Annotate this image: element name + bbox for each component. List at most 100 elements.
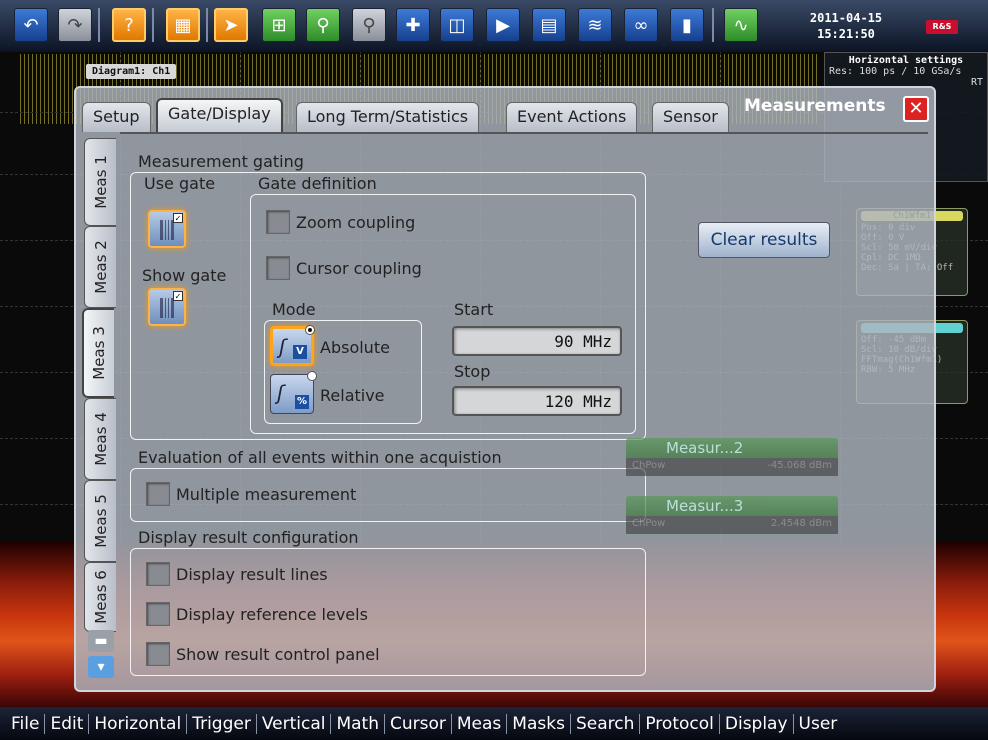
multiple-measurement-row[interactable]: Multiple measurement [146, 482, 356, 506]
start-label: Start [454, 300, 494, 319]
menu-protocol[interactable]: Protocol [640, 713, 720, 734]
tab-sensor[interactable]: Sensor [652, 102, 729, 132]
side-tab-label: Meas 3 [90, 326, 108, 380]
hsettings-res: Res: 100 ps / 10 GSa/s [829, 66, 962, 77]
menu-user[interactable]: User [794, 714, 843, 734]
menu-edit[interactable]: Edit [45, 713, 90, 734]
display-result-lines-row[interactable]: Display result lines [146, 562, 328, 586]
meas2-value: -45.068 dBm [767, 460, 832, 471]
menu-meas[interactable]: Meas [452, 713, 508, 734]
side-tab-label: Meas 5 [91, 494, 110, 548]
side-tab-label: Meas 6 [91, 570, 110, 624]
marker-icon[interactable]: ▶ [486, 8, 520, 42]
tab-long-term-statistics[interactable]: Long Term/Statistics [296, 102, 480, 132]
close-icon[interactable]: ✕ [903, 96, 929, 122]
start-field[interactable]: 90 MHz [452, 326, 622, 356]
tab-event-actions[interactable]: Event Actions [506, 102, 638, 132]
menu-trigger[interactable]: Trigger [187, 713, 257, 734]
display-reference-levels-row[interactable]: Display reference levels [146, 602, 368, 626]
meas2-param: ChPow [632, 460, 666, 471]
multiple-measurement-checkbox[interactable] [146, 482, 170, 506]
fft-icon[interactable]: ≋ [578, 8, 612, 42]
cursor-coupling-label: Cursor coupling [296, 258, 422, 278]
zoom-coupling-label: Zoom coupling [296, 212, 416, 232]
clear-results-button[interactable]: Clear results [698, 222, 830, 258]
meas3-value: 2.4548 dBm [770, 518, 832, 529]
gate-definition-title: Gate definition [258, 174, 377, 193]
toolbar: ↶ ↷ ? ▦ ➤ ⊞ ⚲ ⚲ ✚ ◫ ▶ ▤ ≋ ∞ ▮ ∿ 2011-04-… [0, 0, 988, 52]
show-result-control-panel-label: Show result control panel [176, 644, 380, 664]
zoom-disabled-icon[interactable]: ⚲ [352, 8, 386, 42]
scroll-down-icon[interactable]: ▾ [88, 656, 114, 678]
side-tab-meas-5[interactable]: Meas 5 [84, 480, 116, 562]
histogram-icon[interactable]: ▤ [532, 8, 566, 42]
tab-gate-display[interactable]: Gate/Display [156, 98, 283, 133]
scroll-up-icon[interactable]: ▬ [88, 630, 114, 652]
date-time: 2011-04-15 15:21:50 [800, 10, 892, 42]
cursor-icon[interactable]: ✚ [396, 8, 430, 42]
cursor-coupling-checkbox[interactable] [266, 256, 290, 280]
side-tab-label: Meas 2 [91, 240, 110, 294]
gating-title: Measurement gating [138, 152, 304, 171]
mode-absolute-button[interactable]: ʃV [270, 325, 315, 366]
undo-icon[interactable]: ↶ [14, 8, 48, 42]
side-tab-meas-6[interactable]: Meas 6 [84, 562, 116, 632]
save-icon[interactable]: ▮ [670, 8, 704, 42]
zoom-icon[interactable]: ⊞ [262, 8, 296, 42]
side-tab-meas-3[interactable]: Meas 3 [82, 308, 114, 398]
zoom-search-icon[interactable]: ⚲ [306, 8, 340, 42]
measure-icon[interactable]: ◫ [440, 8, 474, 42]
mode-label: Mode [272, 300, 316, 319]
menu-masks[interactable]: Masks [507, 713, 571, 734]
show-gate-toggle[interactable]: ✓ [148, 288, 186, 326]
side-tab-label: Meas 4 [91, 412, 110, 466]
menu-bar: File Edit Horizontal Trigger Vertical Ma… [0, 707, 988, 740]
stop-field[interactable]: 120 MHz [452, 386, 622, 416]
hsettings-title: Horizontal settings [848, 55, 964, 66]
diagram-label: Diagram1: Ch1 [86, 64, 177, 79]
menu-search[interactable]: Search [571, 713, 641, 734]
date-text: 2011-04-15 [809, 11, 883, 25]
meas3-result-box[interactable]: Measur...3 ChPow 2.4548 dBm [626, 496, 838, 542]
side-tab-label: Meas 1 [91, 155, 110, 209]
menu-file[interactable]: File [6, 713, 46, 734]
use-gate-toggle[interactable]: ✓ [148, 210, 186, 248]
toolbar-settings-icon[interactable]: ▦ [166, 8, 200, 42]
meas2-result-box[interactable]: Measur...2 ChPow -45.068 dBm [626, 438, 838, 484]
meas2-title: Measur...2 [626, 438, 838, 458]
menu-display[interactable]: Display [720, 713, 794, 734]
multiple-measurement-label: Multiple measurement [176, 484, 357, 504]
time-text: 15:21:50 [817, 27, 875, 41]
mode-absolute-label: Absolute [320, 338, 390, 357]
measurements-dialog: Measurements ✕ Setup Gate/Display Long T… [74, 86, 936, 692]
display-reference-levels-label: Display reference levels [176, 604, 368, 624]
zoom-coupling-checkbox[interactable] [266, 210, 290, 234]
show-result-control-panel-row[interactable]: Show result control panel [146, 642, 380, 666]
menu-cursor[interactable]: Cursor [385, 713, 452, 734]
mode-relative-button[interactable]: ʃ% [270, 371, 317, 414]
menu-horizontal[interactable]: Horizontal [89, 713, 188, 734]
help-icon[interactable]: ? [112, 8, 146, 42]
cursor-coupling-row[interactable]: Cursor coupling [266, 256, 422, 280]
display-result-lines-checkbox[interactable] [146, 562, 170, 586]
menu-math[interactable]: Math [331, 713, 385, 734]
side-tab-meas-1[interactable]: Meas 1 [84, 138, 116, 226]
use-gate-label: Use gate [144, 174, 216, 193]
redo-icon[interactable]: ↷ [58, 8, 92, 42]
pointer-icon[interactable]: ➤ [214, 8, 248, 42]
side-tab-meas-2[interactable]: Meas 2 [84, 226, 116, 308]
zoom-coupling-row[interactable]: Zoom coupling [266, 210, 415, 234]
tab-setup[interactable]: Setup [82, 102, 151, 132]
signal-icon[interactable]: ∿ [724, 8, 758, 42]
menu-vertical[interactable]: Vertical [257, 713, 332, 734]
display-result-lines-label: Display result lines [176, 564, 328, 584]
display-reference-levels-checkbox[interactable] [146, 602, 170, 626]
show-result-control-panel-checkbox[interactable] [146, 642, 170, 666]
tab-body: Measurement gating Use gate ✓ Show gate … [120, 132, 928, 682]
side-tab-meas-4[interactable]: Meas 4 [84, 398, 116, 480]
meas3-param: ChPow [632, 518, 666, 529]
meas3-title: Measur...3 [626, 496, 838, 516]
mode-relative-label: Relative [320, 386, 385, 405]
display-config-title: Display result configuration [138, 528, 359, 547]
mask-icon[interactable]: ∞ [624, 8, 658, 42]
